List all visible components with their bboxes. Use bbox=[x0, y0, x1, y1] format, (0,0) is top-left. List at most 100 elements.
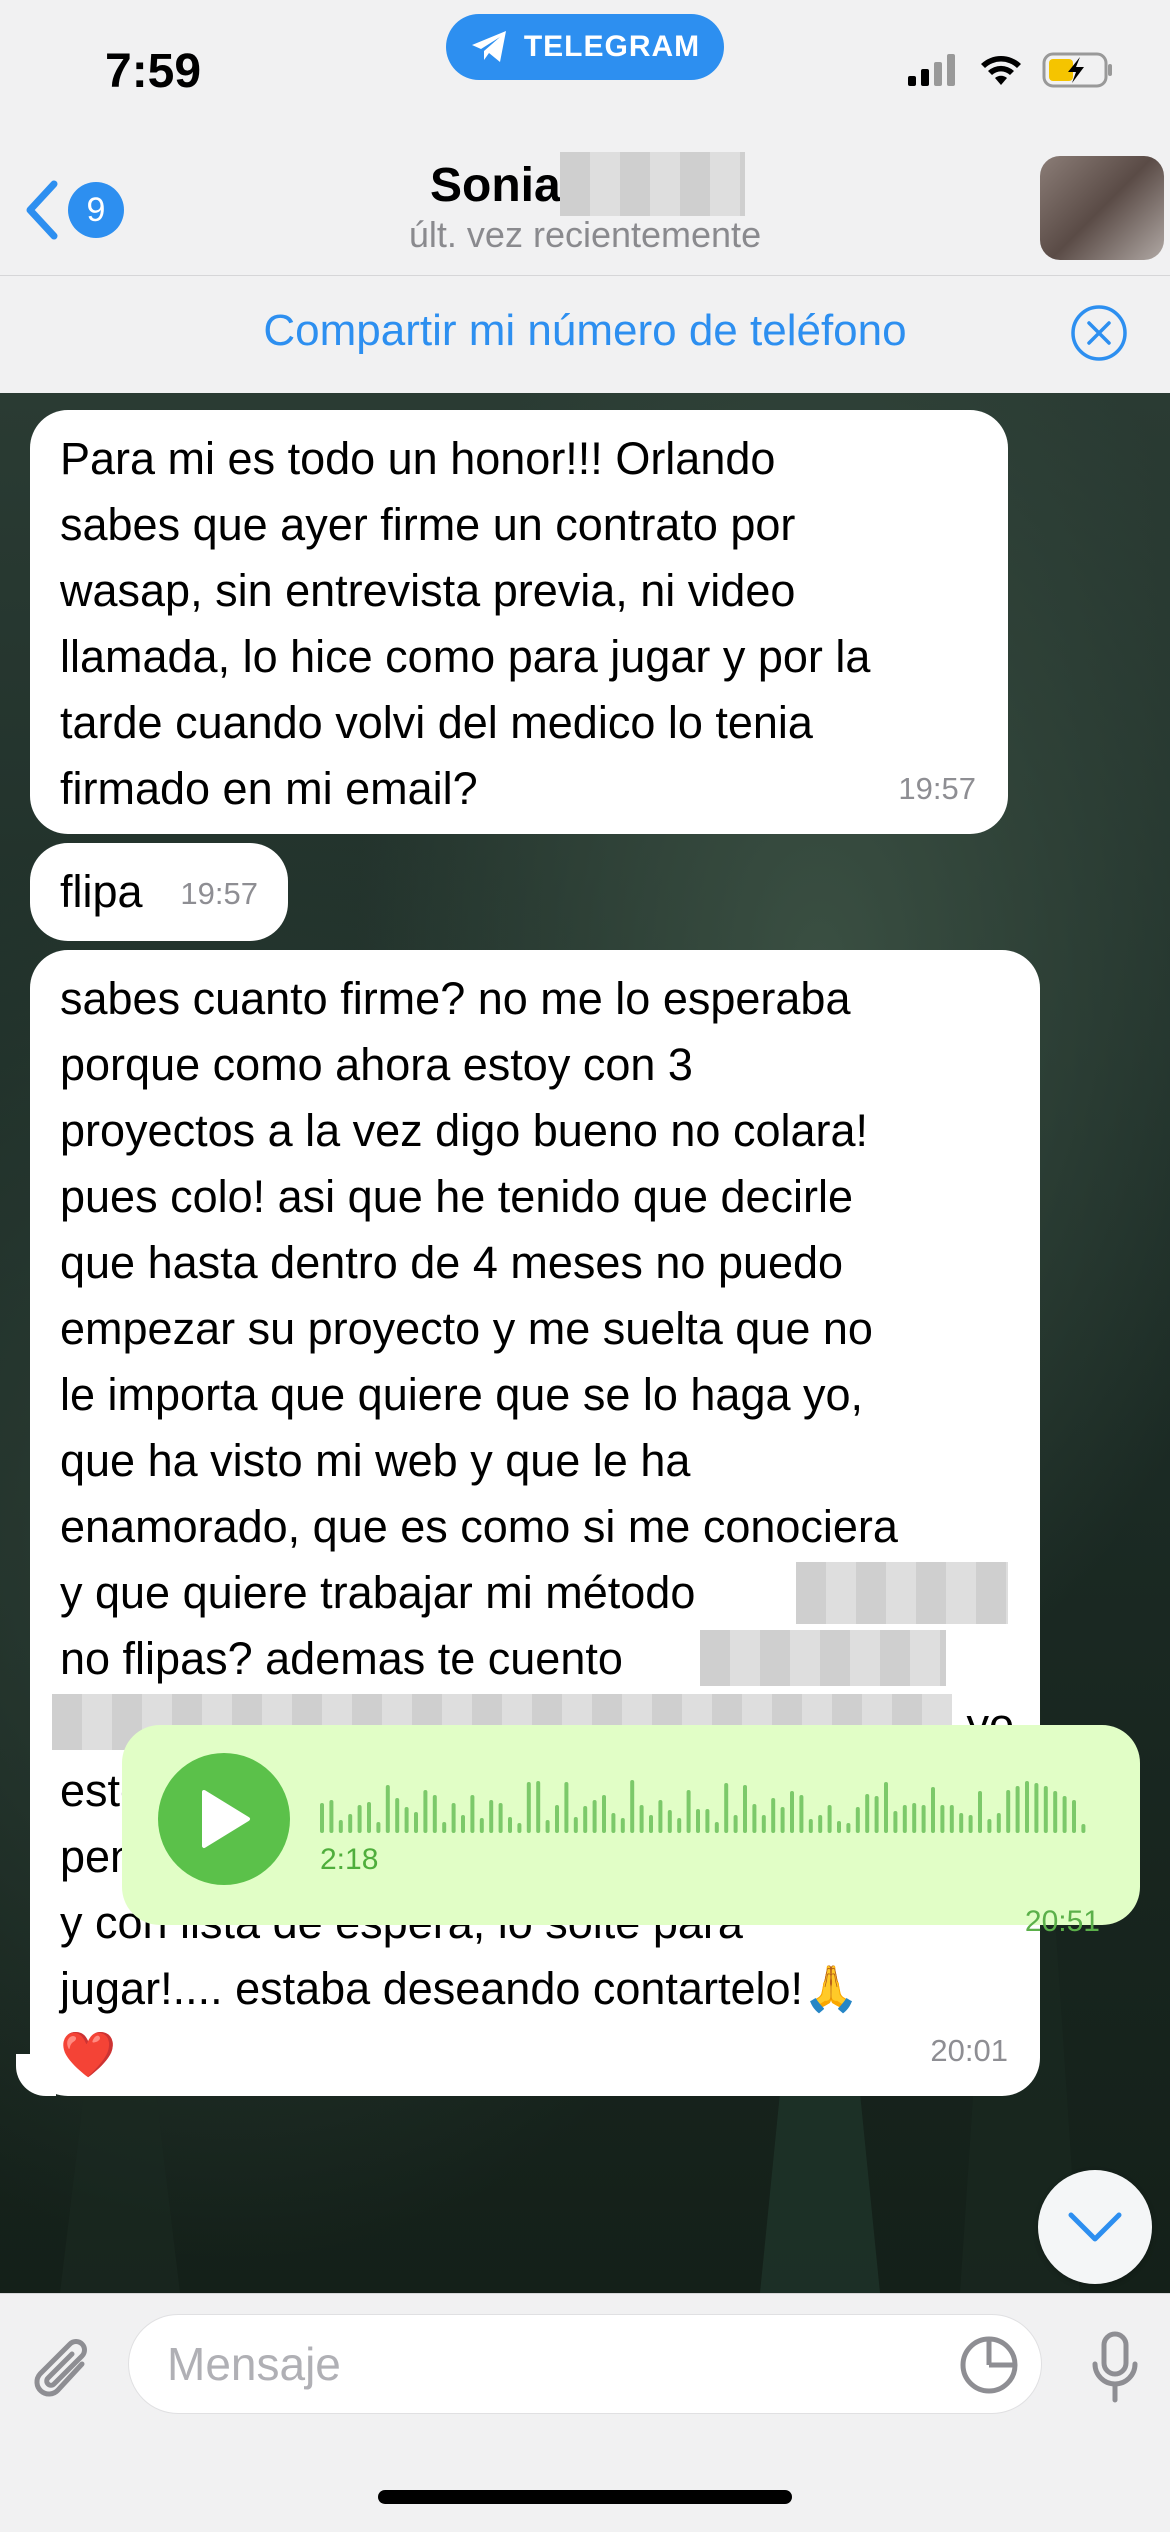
waveform-bar bbox=[827, 1805, 832, 1833]
waveform-bar bbox=[602, 1795, 606, 1833]
waveform-bar bbox=[1053, 1791, 1058, 1833]
waveform-bar bbox=[451, 1803, 456, 1833]
voice-message[interactable]: 2:18 20:51 bbox=[122, 1725, 1140, 1938]
waveform-bar bbox=[761, 1815, 766, 1833]
close-icon[interactable] bbox=[1070, 304, 1128, 362]
waveform-bar bbox=[423, 1790, 428, 1833]
home-indicator bbox=[378, 2490, 792, 2504]
waveform-bar bbox=[1043, 1786, 1048, 1833]
message-bubble[interactable]: flipa 19:57 bbox=[30, 843, 288, 941]
waveform-bar bbox=[658, 1800, 663, 1833]
waveform-bar bbox=[385, 1785, 390, 1833]
waveform-bar bbox=[996, 1813, 1001, 1833]
waveform-bar bbox=[677, 1818, 682, 1833]
waveform-bar bbox=[837, 1821, 841, 1833]
signal-icon bbox=[908, 54, 955, 86]
telegram-pill-label: TELEGRAM bbox=[523, 30, 701, 63]
waveform-bar bbox=[959, 1813, 964, 1833]
contact-status: últ. vez recientemente bbox=[408, 214, 762, 255]
waveform-bar bbox=[639, 1805, 644, 1833]
waveform-bar bbox=[395, 1798, 400, 1833]
waveform-bar bbox=[348, 1814, 353, 1833]
voice-duration: 2:18 bbox=[320, 1843, 379, 1876]
waveform-bar bbox=[545, 1820, 550, 1833]
waveform-bar bbox=[902, 1805, 907, 1833]
waveform-bar bbox=[931, 1787, 935, 1833]
telegram-pill[interactable]: TELEGRAM bbox=[446, 14, 724, 80]
waveform-bar bbox=[1006, 1790, 1011, 1833]
message-time: 19:57 bbox=[898, 771, 976, 806]
waveform-bar bbox=[592, 1800, 597, 1833]
waveform-bar bbox=[667, 1810, 672, 1833]
waveform-bar bbox=[987, 1819, 992, 1833]
waveform-bar bbox=[1062, 1796, 1067, 1833]
battery-icon bbox=[1042, 52, 1112, 88]
waveform-bar bbox=[442, 1822, 447, 1833]
scroll-down-button[interactable] bbox=[1038, 2170, 1152, 2284]
message-input-placeholder: Mensaje bbox=[167, 2338, 341, 2390]
waveform-bar bbox=[893, 1811, 898, 1833]
waveform-bar bbox=[921, 1805, 926, 1833]
clock: 7:59 bbox=[105, 45, 202, 98]
waveform-bar bbox=[479, 1818, 484, 1833]
status-icons bbox=[908, 52, 1114, 88]
voice-time: 20:51 bbox=[1024, 1905, 1100, 1938]
share-number-link[interactable]: Compartir mi número de teléfono bbox=[0, 306, 1170, 356]
waveform-bar bbox=[526, 1782, 531, 1833]
status-bar: 7:59 TELEGRAM bbox=[0, 0, 1170, 150]
waveform-bar bbox=[404, 1807, 409, 1833]
waveform-bar bbox=[846, 1823, 851, 1833]
wifi-icon bbox=[981, 56, 1021, 85]
waveform-bar bbox=[855, 1807, 860, 1833]
waveform[interactable] bbox=[320, 1777, 1100, 1839]
waveform-bar bbox=[1015, 1786, 1020, 1833]
waveform-bar bbox=[517, 1823, 522, 1833]
waveform-bar bbox=[583, 1806, 588, 1833]
message-text: Para mi es todo un honor!!! Orlando sabe… bbox=[60, 433, 871, 814]
waveform-bar bbox=[968, 1815, 973, 1833]
waveform-bar bbox=[508, 1817, 512, 1833]
waveform-bar bbox=[630, 1780, 635, 1833]
waveform-bar bbox=[686, 1790, 691, 1833]
message-text: sabes cuanto firme? no me lo esperaba po… bbox=[60, 973, 898, 1618]
play-button[interactable] bbox=[158, 1753, 290, 1885]
waveform-bar bbox=[329, 1800, 334, 1833]
message-time: 20:01 bbox=[930, 2033, 1008, 2068]
avatar[interactable] bbox=[1040, 156, 1164, 260]
waveform-bar bbox=[414, 1812, 418, 1833]
waveform-bar bbox=[432, 1795, 437, 1833]
redacted-text bbox=[796, 1562, 1008, 1624]
paperclip-icon[interactable] bbox=[30, 2334, 100, 2410]
waveform-bar bbox=[555, 1805, 559, 1833]
contact-name[interactable]: Sonia bbox=[430, 158, 561, 213]
waveform-bar bbox=[1081, 1824, 1086, 1833]
waveform-bar bbox=[696, 1809, 700, 1833]
waveform-bar bbox=[949, 1805, 954, 1833]
waveform-bar bbox=[884, 1782, 888, 1833]
waveform-bar bbox=[357, 1805, 362, 1833]
waveform-bar bbox=[536, 1781, 541, 1833]
chat-header: 9 Sonia últ. vez recientemente bbox=[0, 150, 1170, 275]
waveform-bar bbox=[498, 1803, 503, 1833]
waveform-bar bbox=[461, 1815, 465, 1833]
message-input[interactable]: Mensaje bbox=[128, 2314, 1042, 2414]
telegram-icon bbox=[471, 31, 506, 62]
waveform-bar bbox=[489, 1800, 494, 1833]
message-time: 19:57 bbox=[180, 876, 258, 911]
microphone-icon[interactable] bbox=[1090, 2330, 1140, 2406]
waveform-bar bbox=[799, 1795, 804, 1833]
chevron-down-icon bbox=[1068, 2212, 1122, 2242]
message-bubble[interactable]: Para mi es todo un honor!!! Orlando sabe… bbox=[30, 410, 1008, 834]
sticker-icon[interactable] bbox=[958, 2334, 1020, 2396]
waveform-bar bbox=[611, 1813, 616, 1833]
waveform-bar bbox=[743, 1785, 747, 1833]
waveform-bar bbox=[1072, 1800, 1076, 1833]
waveform-bar bbox=[940, 1805, 945, 1833]
play-icon bbox=[202, 1790, 250, 1848]
waveform-bar bbox=[573, 1817, 578, 1833]
waveform-bar bbox=[367, 1802, 371, 1833]
waveform-bar bbox=[320, 1803, 324, 1833]
waveform-bar bbox=[818, 1815, 823, 1833]
waveform-bar bbox=[620, 1818, 625, 1833]
waveform-bar bbox=[752, 1804, 757, 1833]
